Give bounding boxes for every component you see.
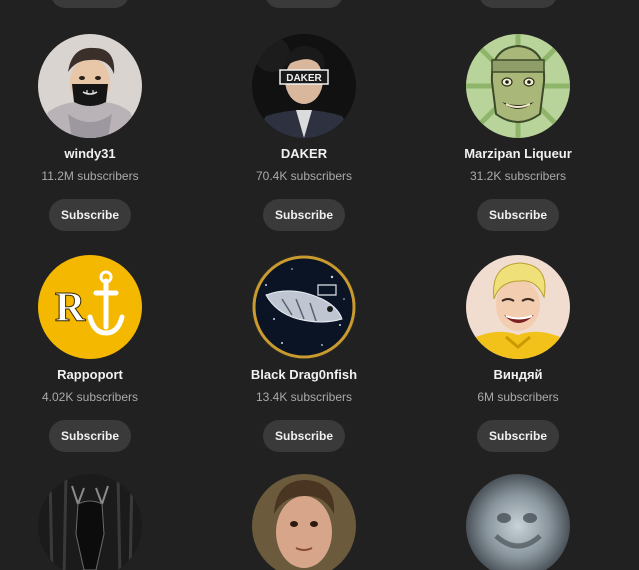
subscribe-button-partial[interactable] (479, 0, 557, 8)
channel-name[interactable]: DAKER (204, 145, 404, 163)
subscribe-button[interactable]: Subscribe (262, 420, 346, 452)
anchor-logo-avatar[interactable]: R (38, 255, 142, 359)
channel-card[interactable]: R Rappoport 4.02K subscribers Subscribe (0, 255, 190, 452)
channel-card[interactable]: windy31 11.2M subscribers Subscribe (0, 34, 190, 231)
young-man-photo-avatar[interactable] (252, 474, 356, 570)
channel-name[interactable]: windy31 (0, 145, 190, 163)
channel-card[interactable] (418, 474, 618, 570)
channel-name[interactable]: Marzipan Liqueur (418, 145, 618, 163)
channel-name[interactable]: Rappoport (0, 366, 190, 384)
masked-man-avatar[interactable] (38, 34, 142, 138)
channel-card[interactable]: DAKER DAKER 70.4K subscribers Subscribe (204, 34, 404, 231)
blurry-ghost-avatar[interactable] (466, 474, 570, 570)
svg-text:DAKER: DAKER (286, 73, 322, 84)
channel-name[interactable]: Black Drag0nfish (204, 366, 404, 384)
subscriber-count: 6M subscribers (477, 390, 559, 404)
daker-avatar[interactable]: DAKER (252, 34, 356, 138)
blond-cartoon-avatar[interactable] (466, 255, 570, 359)
channel-card[interactable]: Marzipan Liqueur 31.2K subscribers Subsc… (418, 34, 618, 231)
subscriber-count: 13.4K subscribers (255, 390, 353, 404)
subscribe-button-partial[interactable] (51, 0, 129, 8)
subscriber-count: 11.2M subscribers (41, 169, 139, 183)
channel-card[interactable] (0, 474, 190, 570)
svg-text:R: R (55, 285, 86, 331)
subscriber-count: 4.02K subscribers (41, 390, 139, 404)
subscribe-button-partial[interactable] (265, 0, 343, 8)
subscriber-count: 70.4K subscribers (255, 169, 353, 183)
dark-forest-creature-avatar[interactable] (38, 474, 142, 570)
subscribe-button[interactable]: Subscribe (262, 199, 346, 231)
channel-card[interactable] (204, 474, 404, 570)
channel-grid: windy31 11.2M subscribers Subscribe DAKE… (0, 0, 639, 570)
green-cartoon-face-avatar[interactable] (466, 34, 570, 138)
channel-card[interactable]: Виндяй 6M subscribers Subscribe (418, 255, 618, 452)
subscribe-button[interactable]: Subscribe (48, 199, 132, 231)
subscribe-button[interactable]: Subscribe (476, 420, 560, 452)
subscribe-button[interactable]: Subscribe (476, 199, 560, 231)
channel-name[interactable]: Виндяй (418, 366, 618, 384)
channel-card[interactable]: Black Drag0nfish 13.4K subscribers Subsc… (204, 255, 404, 452)
subscribe-button[interactable]: Subscribe (48, 420, 132, 452)
dragonfish-avatar[interactable] (252, 255, 356, 359)
subscriber-count: 31.2K subscribers (469, 169, 567, 183)
